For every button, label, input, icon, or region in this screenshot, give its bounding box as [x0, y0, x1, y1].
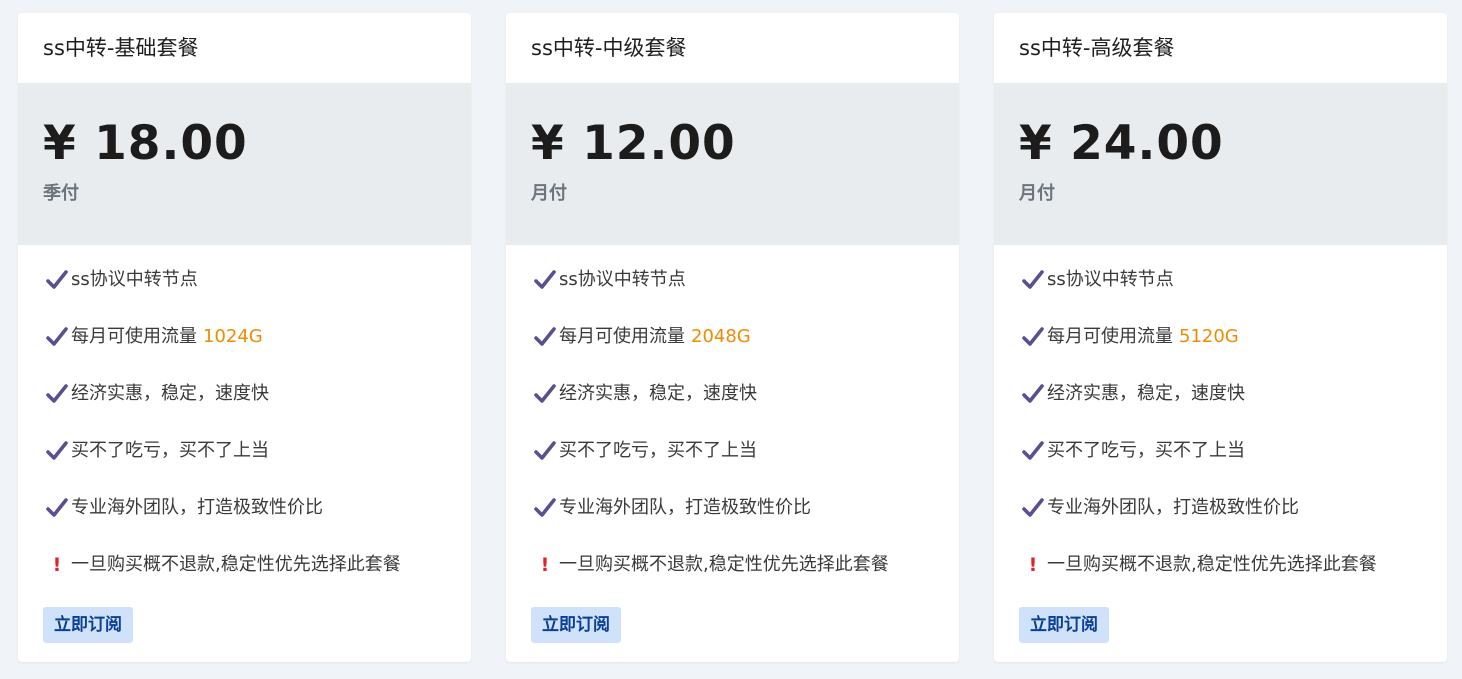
feature-item: ss协议中转节点 — [534, 264, 959, 321]
feature-text: 专业海外团队，打造极致性价比 — [1047, 497, 1299, 518]
feature-text: 每月可使用流量 — [71, 326, 197, 347]
plan-price: ¥ 18.00 — [43, 116, 248, 171]
billing-period: 月付 — [531, 183, 567, 204]
plan-card-basic: ss中转-基础套餐 ¥ 18.00 季付 ss协议中转节点 每月可使用流量 10… — [18, 13, 471, 662]
feature-item: 买不了吃亏，买不了上当 — [1022, 435, 1447, 492]
plan-price: ¥ 24.00 — [1019, 116, 1224, 171]
feature-item: ss协议中转节点 — [1022, 264, 1447, 321]
checkmark-icon — [534, 492, 556, 524]
feature-list: ss协议中转节点 每月可使用流量 1024G 经济实惠，稳定，速度快 买不了吃亏… — [18, 245, 471, 606]
feature-item: 每月可使用流量 5120G — [1022, 321, 1447, 378]
feature-text: 买不了吃亏，买不了上当 — [1047, 440, 1245, 461]
plan-cards: ss中转-基础套餐 ¥ 18.00 季付 ss协议中转节点 每月可使用流量 10… — [0, 0, 1462, 679]
checkmark-icon — [1022, 378, 1044, 410]
plan-card-intermediate: ss中转-中级套餐 ¥ 12.00 月付 ss协议中转节点 每月可使用流量 20… — [506, 13, 959, 662]
feature-text: 经济实惠，稳定，速度快 — [1047, 383, 1245, 404]
subscribe-button[interactable]: 立即订阅 — [1019, 607, 1109, 643]
warning-text: 一旦购买概不退款,稳定性优先选择此套餐 — [1047, 554, 1377, 575]
checkmark-icon — [534, 378, 556, 410]
feature-item: 专业海外团队，打造极致性价比 — [46, 492, 471, 549]
checkmark-icon — [534, 321, 556, 353]
checkmark-icon — [46, 321, 68, 353]
feature-item: 经济实惠，稳定，速度快 — [46, 378, 471, 435]
feature-text: 每月可使用流量 — [559, 326, 685, 347]
traffic-amount: 2048G — [691, 326, 751, 347]
feature-item: 每月可使用流量 2048G — [534, 321, 959, 378]
feature-item: ss协议中转节点 — [46, 264, 471, 321]
checkmark-icon — [1022, 492, 1044, 524]
exclamation-icon: ! — [1028, 554, 1038, 576]
subscribe-button[interactable]: 立即订阅 — [43, 607, 133, 643]
checkmark-icon — [534, 435, 556, 467]
plan-title: ss中转-中级套餐 — [531, 36, 687, 60]
feature-text: 每月可使用流量 — [1047, 326, 1173, 347]
exclamation-icon: ! — [540, 554, 550, 576]
feature-text: 经济实惠，稳定，速度快 — [559, 383, 757, 404]
feature-text: ss协议中转节点 — [71, 269, 198, 290]
feature-text: 专业海外团队，打造极致性价比 — [559, 497, 811, 518]
price-block: ¥ 12.00 月付 — [506, 83, 959, 245]
feature-list: ss协议中转节点 每月可使用流量 2048G 经济实惠，稳定，速度快 买不了吃亏… — [506, 245, 959, 606]
feature-item: 每月可使用流量 1024G — [46, 321, 471, 378]
feature-text: 买不了吃亏，买不了上当 — [559, 440, 757, 461]
checkmark-icon — [1022, 264, 1044, 296]
billing-period: 月付 — [1019, 183, 1055, 204]
warning-text: 一旦购买概不退款,稳定性优先选择此套餐 — [71, 554, 401, 575]
feature-text: 买不了吃亏，买不了上当 — [71, 440, 269, 461]
plan-title: ss中转-高级套餐 — [1019, 36, 1175, 60]
feature-item: 专业海外团队，打造极致性价比 — [534, 492, 959, 549]
plan-title: ss中转-基础套餐 — [43, 36, 199, 60]
feature-item: 经济实惠，稳定，速度快 — [1022, 378, 1447, 435]
feature-text: ss协议中转节点 — [559, 269, 686, 290]
feature-item: 买不了吃亏，买不了上当 — [46, 435, 471, 492]
checkmark-icon — [46, 378, 68, 410]
subscribe-button[interactable]: 立即订阅 — [531, 607, 621, 643]
checkmark-icon — [1022, 321, 1044, 353]
checkmark-icon — [534, 264, 556, 296]
traffic-amount: 1024G — [203, 326, 263, 347]
warning-text: 一旦购买概不退款,稳定性优先选择此套餐 — [559, 554, 889, 575]
feature-item: 买不了吃亏，买不了上当 — [534, 435, 959, 492]
feature-item: 经济实惠，稳定，速度快 — [534, 378, 959, 435]
feature-text: ss协议中转节点 — [1047, 269, 1174, 290]
feature-list: ss协议中转节点 每月可使用流量 5120G 经济实惠，稳定，速度快 买不了吃亏… — [994, 245, 1447, 606]
price-block: ¥ 24.00 月付 — [994, 83, 1447, 245]
warning-item: ! 一旦购买概不退款,稳定性优先选择此套餐 — [1022, 549, 1447, 606]
checkmark-icon — [46, 435, 68, 467]
traffic-amount: 5120G — [1179, 326, 1239, 347]
plan-card-advanced: ss中转-高级套餐 ¥ 24.00 月付 ss协议中转节点 每月可使用流量 51… — [994, 13, 1447, 662]
feature-text: 经济实惠，稳定，速度快 — [71, 383, 269, 404]
exclamation-icon: ! — [52, 554, 62, 576]
feature-item: 专业海外团队，打造极致性价比 — [1022, 492, 1447, 549]
checkmark-icon — [46, 264, 68, 296]
billing-period: 季付 — [43, 183, 79, 204]
checkmark-icon — [46, 492, 68, 524]
warning-item: ! 一旦购买概不退款,稳定性优先选择此套餐 — [534, 549, 959, 606]
checkmark-icon — [1022, 435, 1044, 467]
plan-price: ¥ 12.00 — [531, 116, 736, 171]
warning-item: ! 一旦购买概不退款,稳定性优先选择此套餐 — [46, 549, 471, 606]
feature-text: 专业海外团队，打造极致性价比 — [71, 497, 323, 518]
price-block: ¥ 18.00 季付 — [18, 83, 471, 245]
